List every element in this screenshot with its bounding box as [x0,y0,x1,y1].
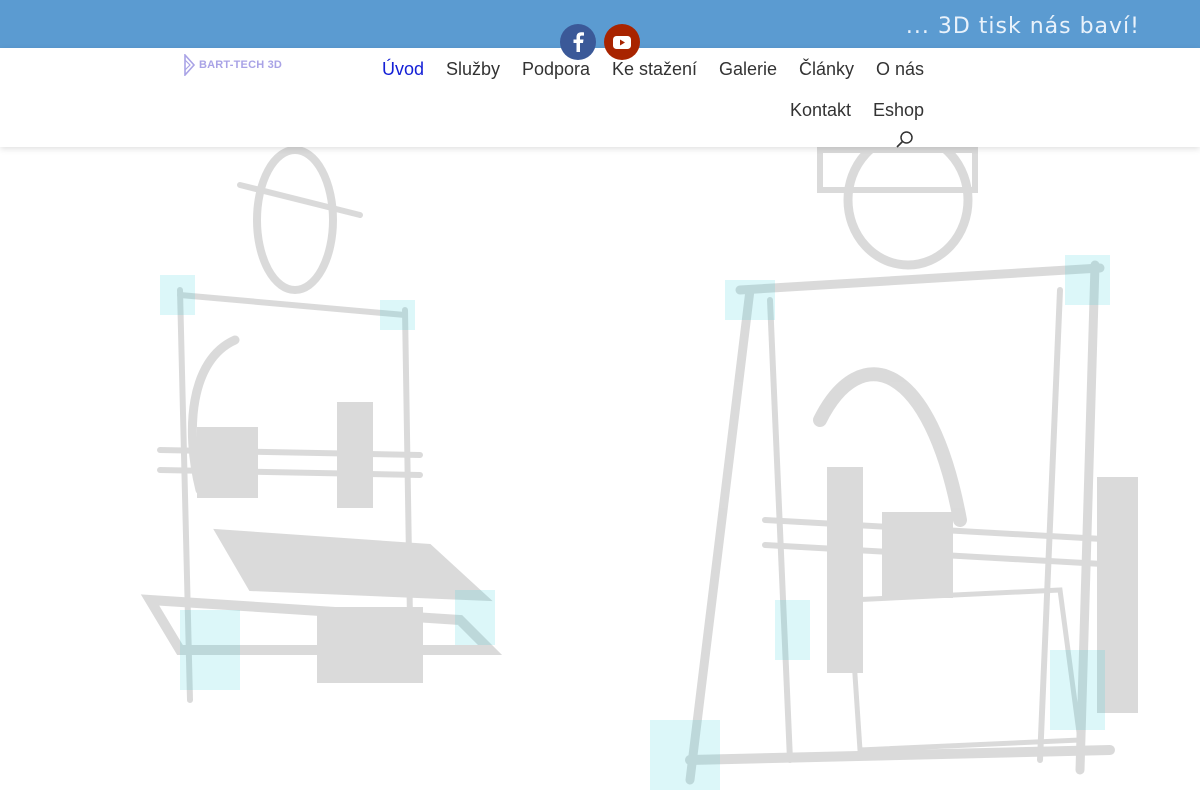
printer-illustration [140,147,1138,790]
nav-ke-stazeni[interactable]: Ke stažení [612,59,697,80]
nav-eshop[interactable]: Eshop [873,100,924,121]
facebook-link[interactable] [560,24,596,60]
nav-uvod[interactable]: Úvod [382,59,424,80]
tagline: ... 3D tisk nás baví! [905,14,1140,39]
nav-podpora[interactable]: Podpora [522,59,590,80]
hero-background [0,147,1200,800]
youtube-link[interactable] [604,24,640,60]
nav-kontakt[interactable]: Kontakt [790,100,851,121]
search-button[interactable] [895,130,915,150]
top-bar: ... 3D tisk nás baví! [0,0,1200,48]
logo[interactable]: BART-TECH 3D [183,54,282,76]
logo-mark-icon [184,54,196,76]
nav-galerie[interactable]: Galerie [719,59,777,80]
site-header: BART-TECH 3D Úvod Služby Podpora Ke staž… [0,48,1200,150]
logo-text: BART-TECH 3D [199,59,283,71]
facebook-icon [573,32,584,52]
youtube-icon [613,35,631,49]
search-icon [896,131,913,148]
nav-o-nas[interactable]: O nás [876,59,924,80]
nav-sluzby[interactable]: Služby [446,59,500,80]
nav-clanky[interactable]: Články [799,59,854,80]
